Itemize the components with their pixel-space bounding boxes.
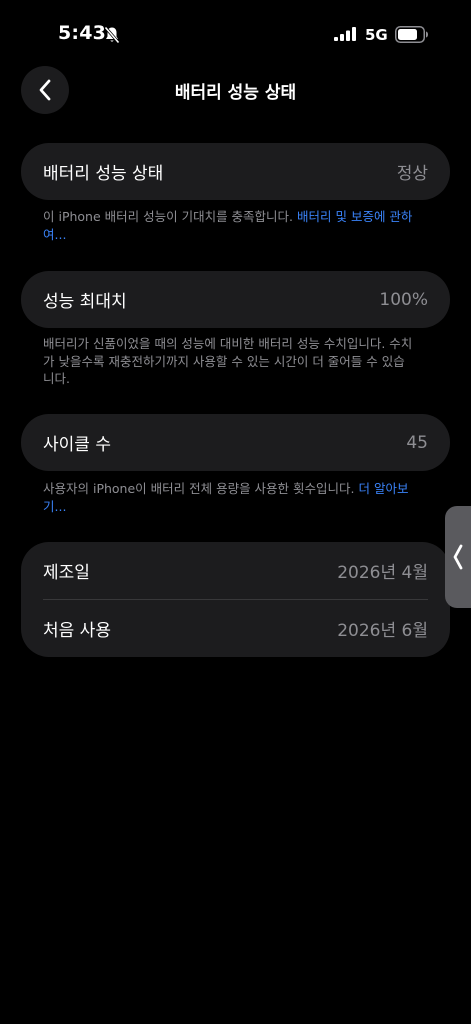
max-capacity-row: 성능 최대치 100% <box>21 271 450 328</box>
max-capacity-note: 배터리가 신품이었을 때의 성능에 대비한 배터리 성능 수치입니다. 수치가 … <box>43 336 413 386</box>
first-use-row: 처음 사용 2026년 6월 <box>21 600 450 657</box>
network-type: 5G <box>365 26 388 44</box>
battery-icon <box>395 26 428 43</box>
battery-health-value: 정상 <box>396 164 428 184</box>
battery-health-note-text: 이 iPhone 배터리 성능이 기대치를 충족합니다. <box>43 209 298 224</box>
first-use-label: 처음 사용 <box>43 621 111 641</box>
battery-health-screen: 5:43 5G 배터리 성능 상태 배터리 성능 상태 정상 이 iPhone … <box>0 0 471 1024</box>
manufacture-date-value: 2026년 4월 <box>337 563 428 583</box>
max-capacity-value: 100% <box>379 289 428 310</box>
battery-dates-card: 제조일 2026년 4월 처음 사용 2026년 6월 <box>21 542 450 657</box>
battery-health-row: 배터리 성능 상태 정상 <box>21 143 450 200</box>
cycle-count-value: 45 <box>406 432 428 453</box>
chevron-left-icon <box>453 544 463 570</box>
cycle-count-row: 사이클 수 45 <box>21 414 450 471</box>
battery-health-card: 배터리 성능 상태 정상 <box>21 143 450 200</box>
cycle-count-label: 사이클 수 <box>43 435 111 455</box>
status-time: 5:43 <box>58 22 107 44</box>
cycle-count-note: 사용자의 iPhone이 배터리 전체 용량을 사용한 횟수입니다. 더 알아보… <box>43 480 413 515</box>
max-capacity-label: 성능 최대치 <box>43 292 127 312</box>
cycle-count-note-text: 사용자의 iPhone이 배터리 전체 용량을 사용한 횟수입니다. <box>43 481 359 496</box>
manufacture-date-label: 제조일 <box>43 563 90 583</box>
first-use-value: 2026년 6월 <box>337 621 428 641</box>
cycle-count-card: 사이클 수 45 <box>21 414 450 471</box>
side-panel-handle[interactable] <box>445 506 471 608</box>
manufacture-date-row: 제조일 2026년 4월 <box>21 542 450 599</box>
battery-health-note: 이 iPhone 배터리 성능이 기대치를 충족합니다. 배터리 및 보증에 관… <box>43 208 413 243</box>
bell-slash-icon <box>104 26 120 44</box>
cellular-signal-icon <box>334 27 356 41</box>
status-bar: 5:43 5G <box>0 0 471 70</box>
battery-health-label: 배터리 성능 상태 <box>43 164 164 184</box>
max-capacity-card: 성능 최대치 100% <box>21 271 450 328</box>
page-title: 배터리 성능 상태 <box>174 83 297 103</box>
